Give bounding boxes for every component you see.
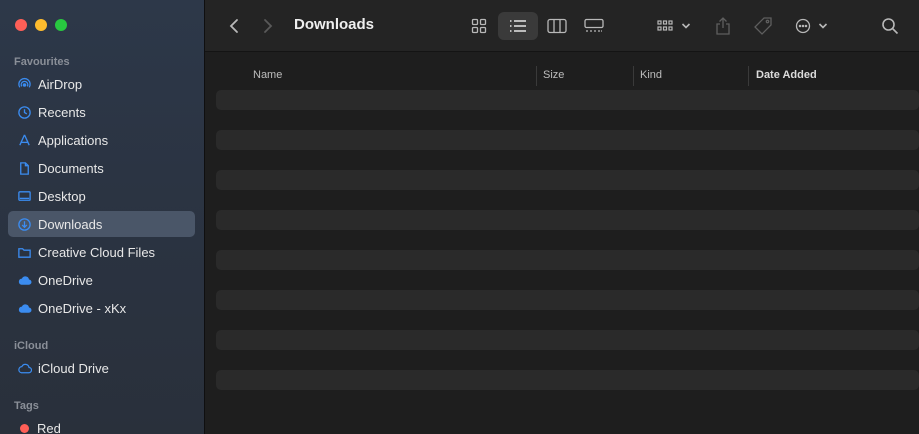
- close-window-button[interactable]: [15, 19, 27, 31]
- chevron-right-icon: [264, 19, 273, 33]
- column-header: Name Size Kind Date Added: [205, 66, 919, 86]
- placeholder-row: [216, 170, 919, 190]
- column-name-header[interactable]: Name: [253, 69, 282, 81]
- sidebar: Favourites AirDrop Recents Applications …: [0, 0, 205, 434]
- column-size-header[interactable]: Size: [543, 69, 564, 81]
- column-divider[interactable]: [536, 66, 537, 86]
- column-kind-header[interactable]: Kind: [640, 69, 662, 81]
- finder-window: Favourites AirDrop Recents Applications …: [0, 0, 919, 434]
- share-icon: [716, 17, 730, 35]
- minimize-window-button[interactable]: [35, 19, 47, 31]
- placeholder-row: [216, 290, 919, 310]
- sidebar-item-applications[interactable]: Applications: [8, 127, 195, 153]
- column-divider[interactable]: [633, 66, 634, 86]
- sidebar-item-airdrop[interactable]: AirDrop: [8, 71, 195, 97]
- share-button[interactable]: [712, 12, 734, 40]
- placeholder-row: [216, 90, 919, 110]
- toolbar: Downloads: [205, 0, 919, 52]
- sidebar-item-label: Recents: [38, 104, 86, 120]
- chevron-down-icon: [681, 23, 691, 29]
- applications-icon: [16, 132, 32, 148]
- sidebar-item-documents[interactable]: Documents: [8, 155, 195, 181]
- list-view-button[interactable]: [498, 12, 538, 40]
- forward-button[interactable]: [258, 12, 278, 40]
- sidebar-item-label: AirDrop: [38, 76, 83, 92]
- gallery-view-button[interactable]: [578, 12, 610, 40]
- red-tag-dot: [20, 423, 29, 433]
- grid-icon: [471, 18, 487, 34]
- sidebar-item-recents[interactable]: Recents: [8, 99, 195, 125]
- list-icon: [510, 20, 526, 32]
- tags-button[interactable]: [751, 12, 775, 40]
- document-icon: [16, 160, 32, 176]
- gallery-icon: [584, 18, 604, 32]
- tags-section-title: Tags: [14, 400, 39, 412]
- sidebar-item-label: Documents: [38, 160, 104, 176]
- group-by-button[interactable]: [654, 12, 694, 40]
- zoom-window-button[interactable]: [55, 19, 67, 31]
- columns-icon: [547, 18, 567, 34]
- sidebar-item-creative-cloud-files[interactable]: Creative Cloud Files: [8, 239, 195, 265]
- cloud-icon: [16, 360, 32, 376]
- placeholder-row: [216, 370, 919, 390]
- placeholder-row: [216, 330, 919, 350]
- file-list: [216, 90, 919, 410]
- window-controls: [15, 19, 67, 31]
- sidebar-item-label: iCloud Drive: [38, 360, 109, 376]
- sidebar-item-downloads[interactable]: Downloads: [8, 211, 195, 237]
- action-menu-button[interactable]: [791, 12, 831, 40]
- sidebar-item-desktop[interactable]: Desktop: [8, 183, 195, 209]
- sidebar-item-icloud-drive[interactable]: iCloud Drive: [8, 355, 195, 381]
- desktop-icon: [16, 188, 32, 204]
- group-icon: [657, 20, 673, 31]
- placeholder-row: [216, 130, 919, 150]
- column-date-added-header[interactable]: Date Added: [756, 69, 817, 81]
- more-icon: [795, 18, 810, 34]
- sidebar-item-onedrive-xkx[interactable]: OneDrive - xKx: [8, 295, 195, 321]
- cloud-filled-icon: [16, 272, 32, 288]
- placeholder-row: [216, 250, 919, 270]
- search-icon: [882, 18, 899, 35]
- sidebar-item-label: OneDrive: [38, 272, 93, 288]
- favourites-section-title: Favourites: [14, 56, 70, 68]
- airdrop-icon: [16, 76, 32, 92]
- tag-icon: [754, 17, 772, 35]
- clock-icon: [16, 104, 32, 120]
- sidebar-item-label: Downloads: [38, 216, 103, 232]
- sidebar-item-tag-red[interactable]: Red: [8, 415, 195, 434]
- placeholder-row: [216, 210, 919, 230]
- download-icon: [16, 216, 32, 232]
- icon-view-button[interactable]: [463, 12, 495, 40]
- sidebar-item-onedrive[interactable]: OneDrive: [8, 267, 195, 293]
- window-title: Downloads: [294, 16, 375, 33]
- column-divider[interactable]: [748, 66, 749, 86]
- chevron-left-icon: [229, 19, 238, 33]
- sidebar-item-label: Desktop: [38, 188, 86, 204]
- sidebar-item-label: Red: [37, 420, 61, 434]
- sidebar-item-label: OneDrive - xKx: [38, 300, 127, 316]
- icloud-section-title: iCloud: [14, 340, 49, 352]
- search-button[interactable]: [878, 12, 902, 40]
- main-content: Downloads Name Size Kind Date Added: [205, 0, 919, 434]
- cloud-filled-icon: [16, 300, 32, 316]
- back-button[interactable]: [224, 12, 244, 40]
- folder-icon: [16, 244, 32, 260]
- chevron-down-icon: [818, 23, 827, 29]
- sidebar-item-label: Applications: [38, 132, 109, 148]
- sidebar-item-label: Creative Cloud Files: [38, 244, 156, 260]
- column-view-button[interactable]: [541, 12, 573, 40]
